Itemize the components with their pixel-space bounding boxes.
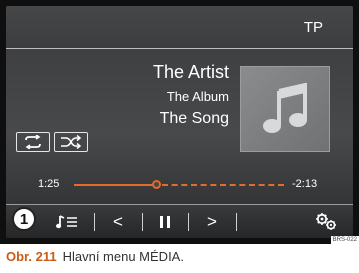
progress-played (74, 184, 156, 186)
previous-button[interactable]: < (98, 205, 138, 238)
figure-number: Obr. 211 (6, 249, 57, 264)
settings-button[interactable] (306, 205, 346, 238)
repeat-button[interactable] (16, 132, 50, 152)
playlist-icon (56, 215, 77, 229)
control-bar: < > (6, 204, 353, 238)
progress-knob[interactable] (152, 180, 161, 189)
header-divider (6, 48, 353, 49)
repeat-icon (25, 135, 41, 149)
progress-remaining (162, 184, 284, 186)
remaining-time: -2:13 (292, 178, 318, 190)
separator (188, 213, 189, 231)
progress-bar[interactable] (74, 178, 284, 192)
pause-icon (160, 216, 170, 228)
shuffle-icon (61, 135, 82, 149)
elapsed-time: 1:25 (38, 178, 60, 190)
caption-text: Hlavní menu MÉDIA. (62, 249, 184, 264)
separator (236, 213, 237, 231)
infotainment-device: TP The Artist The Album The Song 1:25 -2… (0, 0, 359, 244)
pause-button[interactable] (146, 205, 184, 238)
shuffle-button[interactable] (54, 132, 88, 152)
tp-source-label[interactable]: TP (304, 19, 323, 36)
gears-icon (316, 213, 336, 230)
music-note-icon (263, 83, 307, 133)
playlist-button[interactable] (44, 205, 90, 238)
track-artist: The Artist (152, 62, 229, 82)
album-artwork (240, 66, 330, 152)
separator (94, 213, 95, 231)
separator (142, 213, 143, 231)
callout-marker: 1 (12, 207, 36, 231)
image-code: BRS-022 (330, 236, 359, 244)
status-header: TP (6, 6, 353, 48)
track-album: The Album (166, 89, 229, 104)
next-button[interactable]: > (192, 205, 232, 238)
figure-caption: Obr. 211 Hlavní menu MÉDIA. (6, 249, 184, 264)
media-screen: TP The Artist The Album The Song 1:25 -2… (6, 6, 353, 238)
track-title: The Song (159, 110, 229, 127)
